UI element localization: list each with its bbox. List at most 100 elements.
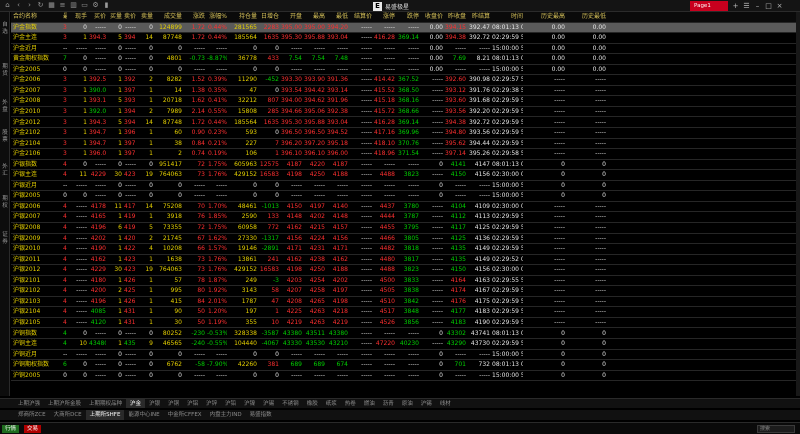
sidebar-item-3[interactable]: 股票 — [0, 130, 10, 144]
bottom-tab[interactable]: 易盛指数 — [246, 410, 276, 420]
bottom-tab[interactable]: 沪银 — [145, 399, 164, 408]
status-trade-button[interactable]: 交易 — [24, 425, 42, 433]
column-header[interactable]: 卖量 — [138, 12, 153, 22]
column-header[interactable]: 最低 — [327, 12, 348, 22]
minimize-icon[interactable]: – — [754, 1, 761, 11]
home-icon[interactable]: ⌂ — [4, 1, 11, 10]
grid-icon[interactable]: ▦ — [48, 1, 55, 10]
table-row[interactable]: 沪铜主连 43490 1043480 143500 9 46565 -240-0.55% 10… — [11, 339, 796, 350]
bottom-tab[interactable]: 中金所CFFEX — [164, 410, 206, 420]
tab-page1[interactable]: Page1 — [690, 1, 728, 11]
column-header[interactable]: 涨跌 — [184, 12, 205, 22]
bottom-tab[interactable]: 沪铜 — [164, 399, 183, 408]
bottom-tab[interactable]: 热卷 — [341, 399, 360, 408]
column-header[interactable]: 最新 — [63, 12, 67, 22]
bottom-tab[interactable]: 大商所DCE — [50, 410, 86, 420]
table-row[interactable]: 沪银20114222-----41621423811638731.76%1386… — [11, 255, 796, 266]
bars-icon[interactable]: ▮ — [103, 1, 110, 10]
bottom-tab[interactable]: 上期沪强 — [14, 399, 44, 408]
bottom-tab[interactable]: 沪锡 — [259, 399, 278, 408]
column-header[interactable]: 昨收盘 — [445, 12, 466, 22]
column-header[interactable]: 最高 — [304, 12, 325, 22]
bottom-tab[interactable]: 上期期权品种 — [85, 399, 126, 408]
table-row[interactable]: 沪银21034259-----4196142651415842.01%17874… — [11, 297, 796, 308]
table-row[interactable]: 黄金期权指数7.480-----0-----04801-0.73-8.87%36… — [11, 54, 796, 65]
table-row[interactable]: 沪银20124229-----422930423019764063731.76%… — [11, 265, 796, 276]
add-page-icon[interactable]: + — [732, 1, 739, 11]
column-header[interactable]: 历史最低 — [567, 12, 606, 22]
back-icon[interactable]: ‹ — [15, 1, 22, 10]
column-header[interactable]: 昨结算 — [468, 12, 490, 22]
close-icon[interactable]: × — [776, 1, 783, 11]
bottom-tab[interactable]: 不锈钢 — [278, 399, 303, 408]
maximize-icon[interactable]: □ — [765, 1, 772, 11]
table-row[interactable]: 沪银20104215-----419014220410208661.57%191… — [11, 244, 796, 255]
bottom-tab[interactable]: 沪铅 — [221, 399, 240, 408]
column-header[interactable]: 结算价 — [350, 12, 372, 22]
table-row[interactable]: 沪铜指数435110-----0-----080252-230-0.53%328… — [11, 329, 796, 340]
table-row[interactable]: 沪金20050.000-----0-----00----------00----… — [11, 65, 796, 76]
table-row[interactable]: 沪银20094203-----420214207221745671.62%273… — [11, 234, 796, 245]
bottom-tab[interactable]: 橡胶 — [303, 399, 322, 408]
bottom-tab[interactable]: 沪锡 — [417, 399, 436, 408]
bottom-tab[interactable]: 上期所SHFE — [85, 410, 125, 420]
table-row[interactable]: 沪金2007393.141390.001397.001141.380.35%47… — [11, 86, 796, 97]
column-header[interactable]: 历史最高 — [525, 12, 565, 22]
status-quote-button[interactable]: 行情 — [2, 425, 20, 433]
column-header[interactable]: 收盘价 — [421, 12, 443, 22]
table-row[interactable]: 沪银近月---------------0-----00----------00-… — [11, 181, 796, 192]
sidebar-item-1[interactable]: 期货 — [0, 64, 10, 78]
column-header[interactable]: 涨幅% — [207, 12, 227, 22]
sidebar-item-2[interactable]: 外盘 — [0, 100, 10, 114]
column-header[interactable]: 合约名称 — [13, 12, 63, 22]
table-row[interactable]: 沪金近月---------------0-----00----------00-… — [11, 44, 796, 55]
vertical-scrollbar[interactable] — [796, 12, 800, 396]
table-row[interactable]: 沪金2012394.441394.385394.4414877481.720.4… — [11, 118, 796, 129]
table-row[interactable]: 沪铜期权指数6740-----0-----06762-58-7.90%42260… — [11, 360, 796, 371]
table-row[interactable]: 沪银20074189-----41651419613918761.85%2590… — [11, 212, 796, 223]
window-icon[interactable]: ▭ — [81, 1, 88, 10]
table-row[interactable]: 沪银21024247-----4200242551995801.92%31435… — [11, 286, 796, 297]
bottom-tab[interactable]: 沪锌 — [202, 399, 221, 408]
table-row[interactable]: 沪银21054240-----412014310130501.19%355104… — [11, 318, 796, 329]
bottom-tab[interactable]: 燃油 — [360, 399, 379, 408]
bottom-tab[interactable]: 原油 — [398, 399, 417, 408]
bottom-tab[interactable]: 沥青 — [379, 399, 398, 408]
column-header[interactable]: 跌停 — [397, 12, 419, 22]
search-input[interactable]: 搜索 — [757, 425, 795, 433]
column-header[interactable]: 买量 — [108, 12, 122, 22]
bottom-tab[interactable]: 郑商所ZCE — [14, 410, 50, 420]
table-row[interactable]: 沪银指数42200-----0-----0951417721.75%605963… — [11, 160, 796, 171]
chart-icon[interactable]: ▥ — [70, 1, 77, 10]
column-header[interactable]: 现手 — [69, 12, 87, 22]
table-row[interactable]: 沪金指数394.200-----0-----01248991.720.44%28… — [11, 22, 796, 34]
table-row[interactable]: 沪金2006392.501392.501392.68282821.520.39%… — [11, 75, 796, 86]
bottom-tab[interactable]: 沪铝 — [183, 399, 202, 408]
table-row[interactable]: 沪金2104395.281394.781397.201380.840.21%22… — [11, 139, 796, 150]
column-header[interactable]: 卖价 — [124, 12, 136, 22]
forward-icon[interactable]: › — [26, 1, 33, 10]
table-row[interactable]: 沪银21044233-----408514310190501.20%197142… — [11, 307, 796, 318]
column-header[interactable]: 开盘 — [281, 12, 302, 22]
bottom-tab[interactable]: 纸浆 — [322, 399, 341, 408]
table-row[interactable]: 沪金2102395.121394.741396.061600.900.23%59… — [11, 128, 796, 139]
bottom-tab[interactable]: 沪金 — [126, 399, 146, 408]
table-row[interactable]: 沪金2008393.361393.105393.361207181.620.41… — [11, 96, 796, 107]
bottom-tab[interactable]: 线材 — [436, 399, 455, 408]
sidebar-item-5[interactable]: 期权 — [0, 196, 10, 210]
sidebar-item-6[interactable]: 证券 — [0, 232, 10, 246]
refresh-icon[interactable]: ↻ — [37, 1, 44, 10]
bottom-tab[interactable]: 沪镍 — [240, 399, 259, 408]
sidebar-item-4[interactable]: 外汇 — [0, 164, 10, 178]
column-header[interactable]: 持仓量 — [229, 12, 257, 22]
sidebar-item-0[interactable]: 自选 — [0, 22, 10, 36]
bottom-tab[interactable]: 上期沪所金股 — [44, 399, 85, 408]
table-row[interactable]: 沪银21014241-----418014266157781.87%249-34… — [11, 276, 796, 287]
table-row[interactable]: 沪银2005 0 0 ----- 0 ----- 0 0 ----- ----- 0 0 ----- --… — [11, 191, 796, 202]
table-row[interactable]: 沪金2106396.001396.001397.52120.740.19%106… — [11, 149, 796, 160]
table-row[interactable]: 沪铜近月---------------0-----00----------00-… — [11, 350, 796, 361]
menu-icon[interactable]: ☰ — [743, 1, 750, 11]
column-header[interactable]: 日增仓 — [259, 12, 279, 22]
table-row[interactable]: 沪银主连422911422930423019764063731.76%42915… — [11, 170, 796, 181]
column-header[interactable]: 涨停 — [374, 12, 395, 22]
